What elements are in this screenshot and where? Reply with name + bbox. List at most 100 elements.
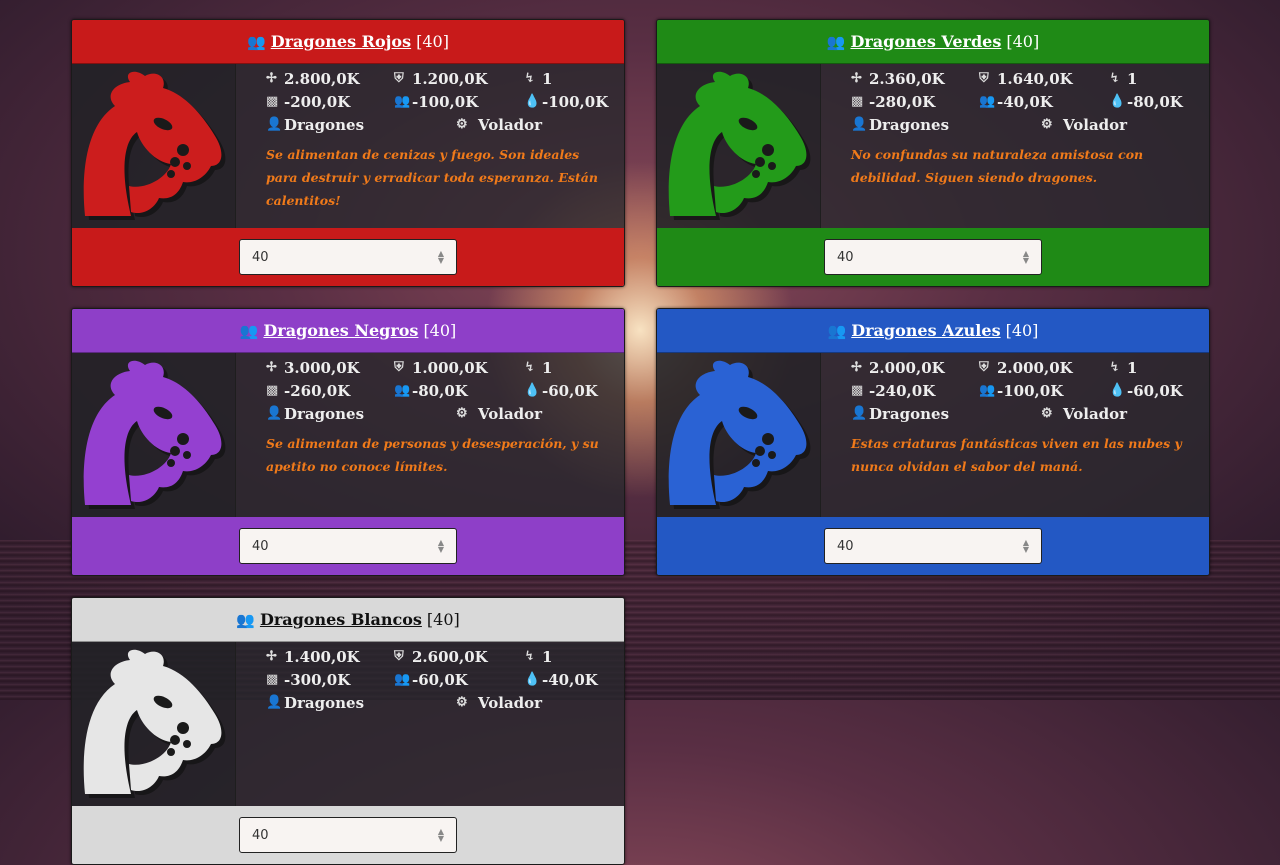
category-value: Dragones (284, 115, 365, 134)
stat-row-cost: ▩ -200,0K 👥 -100,0K 💧 -100,0K (266, 90, 624, 113)
type-value: Volador (478, 693, 543, 712)
stat-row-primary: ✢ 2.000,0K ⛨ 2.000,0K ↯ 1 (851, 356, 1209, 379)
mana-cost-value: -80,0K (1127, 92, 1183, 111)
unit-card: 👥 Dragones Verdes [40] ✢ 2.360,0K ⛨ 1.64… (656, 19, 1210, 287)
stat-row-class: 👤 Dragones ⚙ Volador (266, 691, 624, 714)
quantity-value: 40 (252, 827, 269, 843)
card-header: 👥 Dragones Blancos [40] (72, 598, 624, 642)
money-icon: ▩ (266, 94, 279, 109)
unit-title-link[interactable]: Dragones Verdes (850, 32, 1001, 51)
gold-cost-value: -240,0K (869, 381, 936, 400)
speed-value: 1 (542, 69, 553, 88)
unit-category: 👤 Dragones (266, 694, 456, 712)
gold-cost-value: -200,0K (284, 92, 351, 111)
card-footer: 40 ▲ ▼ (72, 228, 624, 286)
unit-count: [40] (423, 321, 457, 340)
unit-description: Se alimentan de personas y desesperación… (266, 436, 599, 474)
mana-cost-value: -60,0K (542, 381, 598, 400)
users-icon: 👥 (247, 32, 266, 51)
dragon-portrait (72, 353, 236, 517)
defense-value: 2.000,0K (997, 358, 1073, 377)
type-value: Volador (478, 404, 543, 423)
unit-category: 👤 Dragones (266, 405, 456, 423)
unit-stats: ✢ 3.000,0K ⛨ 1.000,0K ↯ 1 ▩ -260,0K 👥 -80,0K … (236, 353, 624, 517)
unit-stats: ✢ 2.000,0K ⛨ 2.000,0K ↯ 1 ▩ -240,0K 👥 -100,0K… (821, 353, 1209, 517)
card-body: ✢ 2.360,0K ⛨ 1.640,0K ↯ 1 ▩ -280,0K 👥 -40,0K … (657, 64, 1209, 228)
bolt-icon: ↯ (1109, 360, 1121, 375)
mana-cost: 💧 -80,0K (1109, 93, 1183, 111)
defense-stat: ⛨ 1.000,0K (394, 359, 524, 377)
speed-stat: ↯ 1 (524, 70, 552, 88)
defense-value: 1.000,0K (412, 358, 488, 377)
card-footer: 40 ▲ ▼ (72, 806, 624, 864)
spinner-arrows-icon[interactable]: ▲ ▼ (438, 539, 444, 554)
population-cost-value: -100,0K (412, 92, 479, 111)
dragon-portrait (657, 64, 821, 228)
attack-value: 2.000,0K (869, 358, 945, 377)
drop-icon: 💧 (524, 94, 541, 109)
gold-cost: ▩ -260,0K (266, 382, 394, 400)
gold-cost: ▩ -200,0K (266, 93, 394, 111)
money-icon: ▩ (851, 383, 864, 398)
gold-cost: ▩ -240,0K (851, 382, 979, 400)
shield-icon: ⛨ (394, 360, 404, 375)
defense-stat: ⛨ 1.200,0K (394, 70, 524, 88)
bolt-icon: ↯ (1109, 71, 1121, 86)
user-icon: 👤 (851, 117, 868, 132)
users-icon: 👥 (979, 94, 996, 109)
dragon-portrait (657, 353, 821, 517)
users-icon: 👥 (239, 321, 259, 340)
defense-stat: ⛨ 1.640,0K (979, 70, 1109, 88)
spinner-arrows-icon[interactable]: ▲ ▼ (1023, 250, 1029, 265)
attack-value: 2.360,0K (869, 69, 945, 88)
mana-cost-value: -100,0K (542, 92, 609, 111)
population-cost: 👥 -100,0K (979, 382, 1109, 400)
unit-title-link[interactable]: Dragones Blancos (260, 610, 422, 629)
quantity-input[interactable]: 40 ▲ ▼ (239, 239, 457, 275)
card-header: 👥 Dragones Verdes [40] (657, 20, 1209, 64)
drop-icon: 💧 (1109, 94, 1126, 109)
card-footer: 40 ▲ ▼ (657, 517, 1209, 575)
spinner-arrows-icon[interactable]: ▲ ▼ (438, 250, 444, 265)
dragon-portrait (72, 642, 236, 806)
drop-icon: 💧 (1109, 383, 1126, 398)
unit-type: ⚙ Volador (456, 116, 542, 134)
unit-type: ⚙ Volador (1041, 116, 1127, 134)
population-cost: 👥 -100,0K (394, 93, 524, 111)
crosshair-icon: ✢ (266, 71, 277, 86)
speed-stat: ↯ 1 (1109, 359, 1137, 377)
stat-row-primary: ✢ 2.360,0K ⛨ 1.640,0K ↯ 1 (851, 67, 1209, 90)
gold-cost: ▩ -280,0K (851, 93, 979, 111)
type-value: Volador (478, 115, 543, 134)
unit-stats: ✢ 2.800,0K ⛨ 1.200,0K ↯ 1 ▩ -200,0K 👥 -100,0K… (236, 64, 624, 228)
dragon-head-icon (83, 649, 225, 798)
spinner-arrows-icon[interactable]: ▲ ▼ (1023, 539, 1029, 554)
defense-stat: ⛨ 2.000,0K (979, 359, 1109, 377)
crosshair-icon: ✢ (851, 71, 862, 86)
quantity-input[interactable]: 40 ▲ ▼ (824, 239, 1042, 275)
unit-card: 👥 Dragones Rojos [40] ✢ 2.800,0K ⛨ 1.200… (71, 19, 625, 287)
unit-description: Estas criaturas fantásticas viven en las… (851, 436, 1182, 474)
quantity-input[interactable]: 40 ▲ ▼ (239, 817, 457, 853)
quantity-value: 40 (837, 538, 854, 554)
population-cost: 👥 -60,0K (394, 671, 524, 689)
cogs-icon: ⚙ (1041, 117, 1053, 132)
crosshair-icon: ✢ (266, 360, 277, 375)
stat-row-class: 👤 Dragones ⚙ Volador (266, 113, 624, 136)
stat-row-cost: ▩ -240,0K 👥 -100,0K 💧 -60,0K (851, 379, 1209, 402)
user-icon: 👤 (851, 406, 868, 421)
unit-title-link[interactable]: Dragones Negros (263, 321, 418, 340)
quantity-input[interactable]: 40 ▲ ▼ (824, 528, 1042, 564)
unit-title-link[interactable]: Dragones Azules (851, 321, 1000, 340)
mana-cost-value: -60,0K (1127, 381, 1183, 400)
card-footer: 40 ▲ ▼ (657, 228, 1209, 286)
shield-icon: ⛨ (394, 649, 404, 664)
quantity-input[interactable]: 40 ▲ ▼ (239, 528, 457, 564)
unit-title-link[interactable]: Dragones Rojos (271, 32, 411, 51)
card-body: ✢ 2.800,0K ⛨ 1.200,0K ↯ 1 ▩ -200,0K 👥 -100,0K… (72, 64, 624, 228)
spinner-arrows-icon[interactable]: ▲ ▼ (438, 828, 444, 843)
cogs-icon: ⚙ (456, 695, 468, 710)
user-icon: 👤 (266, 695, 283, 710)
unit-count: [40] (1006, 32, 1040, 51)
unit-description: Se alimentan de cenizas y fuego. Son ide… (266, 147, 598, 208)
